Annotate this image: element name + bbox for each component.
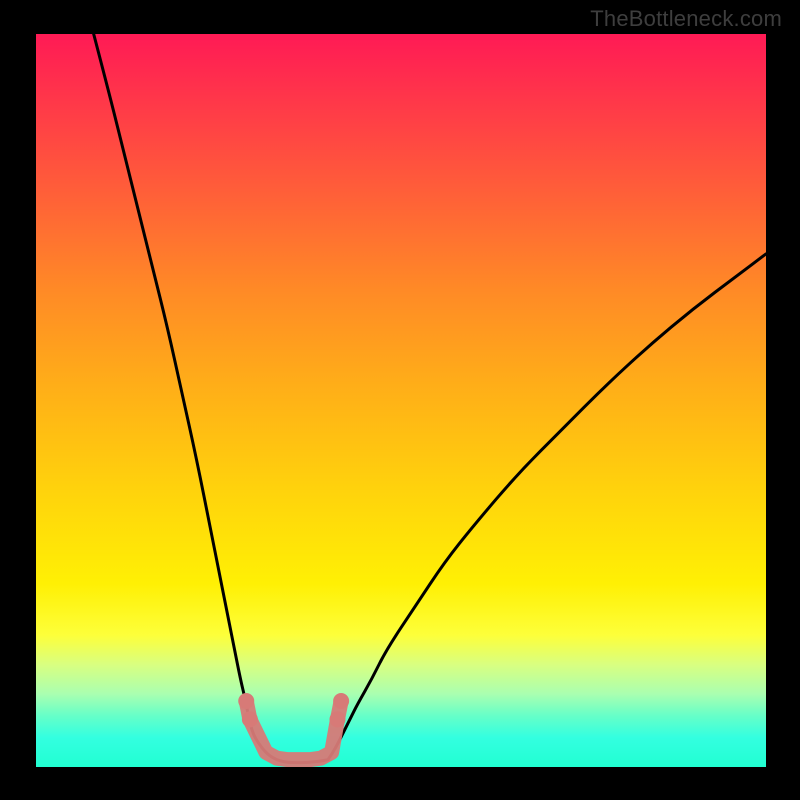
valley-marker-dot <box>238 693 254 709</box>
valley-marker-dot <box>333 693 349 709</box>
chart-frame: TheBottleneck.com <box>0 0 800 800</box>
valley-marker-dot <box>242 711 258 727</box>
valley-marker-dot <box>329 711 345 727</box>
bottleneck-curve <box>94 34 766 763</box>
curve-overlay <box>36 34 766 767</box>
valley-marker-band <box>246 701 341 760</box>
watermark-text: TheBottleneck.com <box>590 6 782 32</box>
